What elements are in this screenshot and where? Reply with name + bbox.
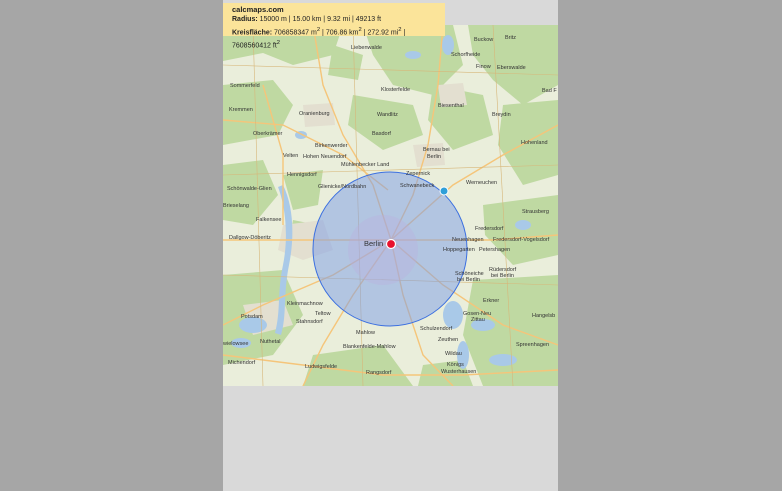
place-wandlitz: Wandlitz bbox=[377, 112, 398, 118]
place-schoeneiche-2: bei Berlin bbox=[457, 277, 480, 283]
place-falkensee: Falkensee bbox=[256, 217, 281, 223]
area-ft2-sup: 2 bbox=[276, 40, 281, 47]
place-neuenhagen: Neuenhagen bbox=[452, 237, 484, 243]
place-werneuchen: Werneuchen bbox=[466, 180, 497, 186]
place-koenigs-1: Königs bbox=[447, 362, 464, 368]
place-finow: Finow bbox=[476, 64, 491, 70]
place-sommerfeld: Sommerfeld bbox=[230, 83, 260, 89]
place-hennigsdorf: Hennigsdorf bbox=[287, 172, 317, 178]
place-rangsdorf: Rangsdorf bbox=[366, 370, 392, 376]
place-eberswalde: Eberswalde bbox=[497, 65, 526, 71]
place-spreenhagen: Spreenhagen bbox=[516, 342, 549, 348]
sep-3: | bbox=[401, 29, 406, 37]
place-glienicke: Glienicke/Nordbahn bbox=[318, 184, 366, 190]
place-berlin: Berlin bbox=[364, 239, 383, 248]
place-buckow: Buckow bbox=[474, 37, 493, 43]
place-britz: Britz bbox=[505, 35, 516, 41]
place-hohenlanke: Hohenland bbox=[521, 140, 548, 146]
radius-label: Radius: bbox=[232, 16, 258, 23]
place-wildau: Wildau bbox=[445, 351, 462, 357]
site-name: calcmaps.com bbox=[232, 5, 284, 14]
place-kremmen: Kremmen bbox=[229, 107, 253, 113]
place-oranienburg: Oranienburg bbox=[299, 111, 330, 117]
place-schoenwalde: Schönwalde-Glien bbox=[227, 186, 272, 192]
place-kleinmachnow: Kleinmachnow bbox=[287, 301, 323, 307]
place-koenigs-2: Wusterhausen bbox=[441, 369, 476, 375]
radius-handle[interactable] bbox=[439, 186, 449, 196]
place-birkenwerder: Birkenwerder bbox=[315, 143, 348, 149]
place-bernau-2: Berlin bbox=[427, 154, 441, 160]
place-potsdam: Potsdam bbox=[241, 314, 263, 320]
place-zepernick: Zepernick bbox=[406, 171, 430, 177]
map-view[interactable]: Liebenwalde Schorfheide Buckow Britz Fin… bbox=[223, 25, 558, 386]
place-bernau-1: Bernau bei bbox=[423, 147, 450, 153]
radius-line: Radius: 15000 m | 15.00 km | 9.32 mi | 4… bbox=[232, 15, 445, 25]
place-wielowsee: wielowsee bbox=[223, 341, 248, 347]
place-ludwigsfelde: Ludwigsfelde bbox=[305, 364, 337, 370]
center-marker[interactable] bbox=[385, 238, 397, 250]
place-blankenfelde: Blankenfelde-Mahlow bbox=[343, 344, 396, 350]
info-box: calcmaps.com Radius: 15000 m | 15.00 km … bbox=[223, 3, 445, 50]
place-petershagen: Petershagen bbox=[479, 247, 510, 253]
place-dallgow: Dallgow-Döberitz bbox=[229, 235, 271, 241]
place-mahlow: Mahlow bbox=[356, 330, 375, 336]
map-canvas[interactable]: Liebenwalde Schorfheide Buckow Britz Fin… bbox=[223, 25, 558, 386]
place-breydin: Breydin bbox=[492, 112, 511, 118]
place-zeuthen: Zeuthen bbox=[438, 337, 458, 343]
place-schulzendorf: Schulzendorf bbox=[420, 326, 453, 332]
place-oberkraemer: Oberkrämer bbox=[253, 131, 283, 137]
area-mi2: 272.92 mi bbox=[367, 29, 399, 37]
place-gosen-2: Zittau bbox=[471, 317, 485, 323]
place-basdorf: Basdorf bbox=[372, 131, 391, 137]
place-stahnsdorf: Stahnsdorf bbox=[296, 319, 323, 325]
place-velten: Velten bbox=[283, 153, 298, 159]
area-km2: 706.86 km bbox=[325, 29, 359, 37]
place-erkner: Erkner bbox=[483, 298, 499, 304]
place-schwanebeck: Schwanebeck bbox=[400, 183, 434, 189]
place-klosterfelde: Klosterfelde bbox=[381, 87, 410, 93]
area-m2: 706858347 m bbox=[274, 29, 317, 37]
place-biesenthal: Biesenthal bbox=[438, 103, 464, 109]
place-strausberg: Strausberg bbox=[522, 209, 549, 215]
area-ft2: 7608560412 ft bbox=[232, 42, 277, 50]
place-ruedersdorf-2: bei Berlin bbox=[491, 273, 514, 279]
radius-values: 15000 m | 15.00 km | 9.32 mi | 49213 ft bbox=[259, 16, 382, 23]
place-muehlenbecker: Mühlenbecker Land bbox=[341, 162, 389, 168]
area-label: Kreisfläche: bbox=[232, 29, 273, 37]
place-teltow: Teltow bbox=[315, 311, 331, 317]
place-schorfheide: Schorfheide bbox=[451, 52, 480, 58]
place-hangelsberg: Hangelsb bbox=[532, 313, 555, 319]
place-hoppegarten: Hoppegarten bbox=[443, 247, 475, 253]
city-area bbox=[348, 215, 418, 285]
place-brieselang: Brieselang bbox=[223, 203, 249, 209]
place-badf: Bad F bbox=[542, 88, 557, 94]
place-hohenneuendorf: Hohen Neuendorf bbox=[303, 154, 347, 160]
place-fredersdorfvogelsdorf: Fredersdorf-Vogelsdorf bbox=[493, 237, 550, 243]
place-nuthetal: Nuthetal bbox=[260, 339, 281, 345]
place-michendorf: Michendorf bbox=[228, 360, 256, 366]
place-fredersdorf: Fredersdorf bbox=[475, 226, 504, 232]
area-line: Kreisfläche: 706858347 m2 | 706.86 km2 |… bbox=[232, 25, 445, 52]
